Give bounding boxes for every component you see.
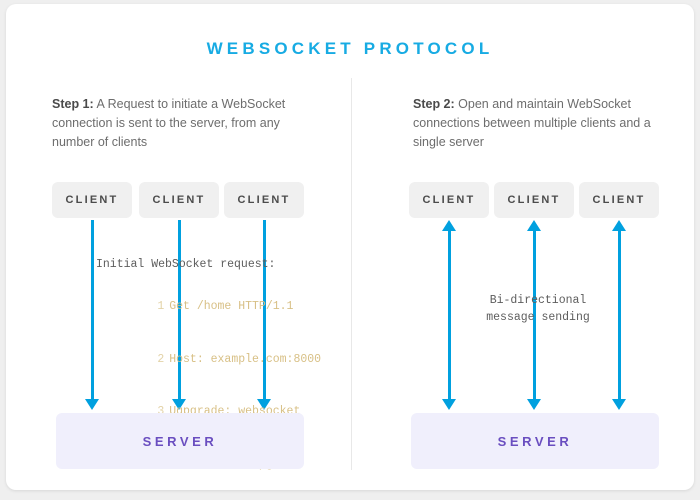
- code-line-2: 2 Host: example.com:8000: [96, 333, 321, 386]
- left-panel: Step 1: A Request to initiate a WebSocke…: [6, 4, 351, 490]
- left-client-box-2[interactable]: CLIENT: [139, 182, 219, 218]
- left-server-label: SERVER: [142, 433, 218, 449]
- left-client-box-1[interactable]: CLIENT: [52, 182, 132, 218]
- right-client-box-2[interactable]: CLIENT: [494, 182, 574, 218]
- right-client-label-1: CLIENT: [422, 194, 476, 206]
- right-client-label-3: CLIENT: [592, 194, 646, 206]
- right-client-label-2: CLIENT: [507, 194, 561, 206]
- right-server-label: SERVER: [497, 433, 573, 449]
- arrowhead-down-icon: [527, 399, 541, 410]
- arrowhead-down-icon: [612, 399, 626, 410]
- right-arrow-bidirectional-1: [441, 220, 457, 410]
- code-line-text-1: Get /home HTTP/1.1: [169, 300, 294, 313]
- left-client-label-3: CLIENT: [237, 194, 291, 206]
- left-client-label-2: CLIENT: [152, 194, 206, 206]
- code-line-number-1: 1: [157, 300, 165, 313]
- arrowhead-up-icon: [442, 220, 456, 231]
- arrowhead-up-icon: [527, 220, 541, 231]
- code-line-text-2: Host: example.com:8000: [169, 352, 322, 366]
- code-line-1: 1 Get /home HTTP/1.1: [96, 281, 321, 334]
- diagram-card: WEBSOCKET PROTOCOL Step 1: A Request to …: [6, 4, 694, 490]
- right-client-box-3[interactable]: CLIENT: [579, 182, 659, 218]
- arrow-shaft: [91, 220, 94, 399]
- arrowhead-down-icon: [442, 399, 456, 410]
- left-server-box[interactable]: SERVER: [56, 413, 304, 469]
- step-1-description: Step 1: A Request to initiate a WebSocke…: [52, 95, 302, 152]
- right-client-box-1[interactable]: CLIENT: [409, 182, 489, 218]
- right-panel: Step 2: Open and maintain WebSocket conn…: [351, 4, 694, 490]
- left-client-label-1: CLIENT: [65, 194, 119, 206]
- arrowhead-up-icon: [612, 220, 626, 231]
- code-block-heading: Initial WebSocket request:: [96, 258, 276, 271]
- code-line-number-2: 2: [157, 352, 165, 366]
- bidirectional-annotation: Bi-directional message sending: [486, 294, 590, 324]
- step-2-description: Step 2: Open and maintain WebSocket conn…: [413, 95, 671, 152]
- right-server-box[interactable]: SERVER: [411, 413, 659, 469]
- step-2-label: Step 2:: [413, 97, 455, 111]
- left-client-box-3[interactable]: CLIENT: [224, 182, 304, 218]
- arrow-shaft: [448, 231, 451, 399]
- step-1-label: Step 1:: [52, 97, 94, 111]
